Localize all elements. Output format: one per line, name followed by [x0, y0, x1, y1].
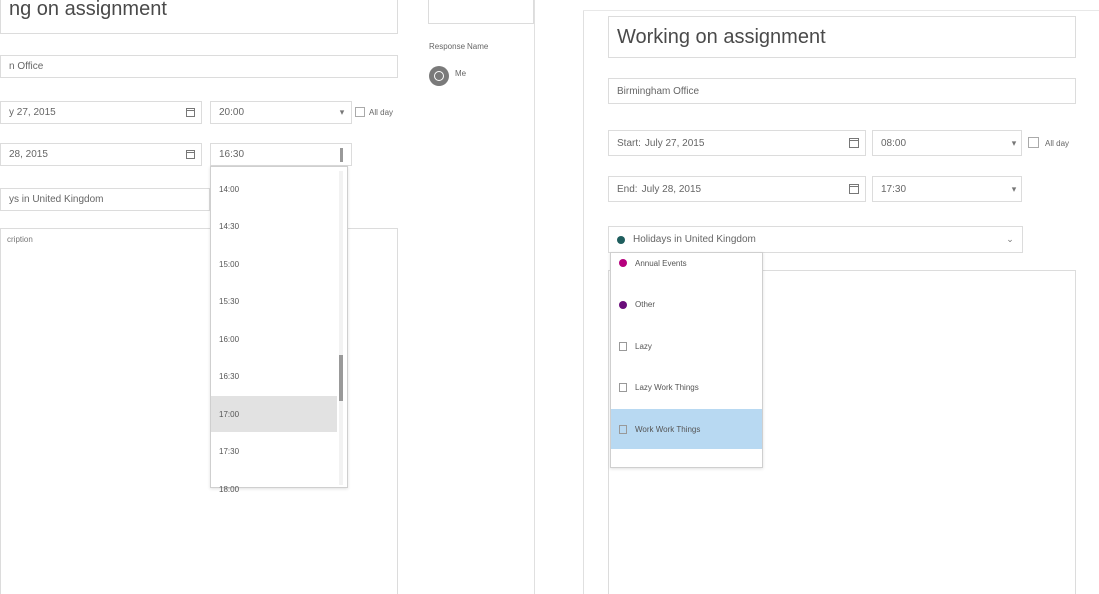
category-label: Lazy	[635, 341, 652, 351]
scrollbar-thumb[interactable]	[339, 355, 343, 401]
right-event-editor: Working on assignment Birmingham Office …	[583, 0, 1099, 594]
category-option[interactable]: Lazy Work Things	[611, 368, 762, 408]
end-date-value: July 28, 2015	[641, 183, 702, 195]
start-date-value: July 27, 2015	[644, 137, 705, 149]
category-label: Build	[635, 466, 653, 467]
panel-border-left	[583, 10, 584, 594]
all-day-checkbox[interactable]	[1028, 137, 1039, 148]
title-input[interactable]: ng on assignment	[0, 0, 398, 34]
category-label: Work Work Things	[635, 424, 701, 434]
category-color-dot	[619, 300, 627, 309]
time-option[interactable]: 16:30	[211, 359, 337, 395]
avatar	[429, 66, 449, 86]
dropdown-scrollbar[interactable]	[339, 171, 343, 485]
time-option[interactable]: 17:00	[211, 396, 337, 432]
location-input[interactable]: Birmingham Office	[608, 78, 1076, 104]
category-label: Lazy Work Things	[635, 383, 699, 392]
category-option[interactable]: Annual Events	[611, 253, 762, 283]
calendar-icon[interactable]	[184, 105, 196, 119]
time-option[interactable]: 16:00	[211, 321, 337, 357]
search-box[interactable]	[428, 0, 534, 24]
time-dropdown-list[interactable]: 18:00 17:30 17:00 16:30 16:00 15:30 15:00 14:30…	[210, 166, 348, 494]
attendee-response: Me	[455, 69, 467, 78]
all-day-label: All day	[369, 108, 394, 117]
category-color-dot	[619, 259, 627, 267]
location-input[interactable]: n Office	[0, 55, 398, 78]
calendar-icon[interactable]	[848, 181, 860, 195]
start-date-input[interactable]: y 27, 2015	[0, 101, 202, 124]
chevron-down-icon: ▾	[339, 106, 345, 117]
panel-divider	[534, 0, 535, 594]
start-time-select[interactable]: 08:00	[872, 130, 1022, 156]
all-day-label: All day	[1045, 139, 1070, 148]
end-label: End:	[617, 183, 638, 195]
calendar-icon[interactable]	[848, 135, 860, 149]
start-date-input[interactable]: Start: July 27, 2015	[608, 130, 866, 156]
calendar-select[interactable]: ys in United Kingdom	[0, 188, 210, 211]
time-option[interactable]: 15:00	[211, 246, 337, 282]
panel-border-top	[583, 10, 1099, 11]
chevron-down-icon: ⌄	[1006, 233, 1014, 244]
end-time-select[interactable]: 17:30	[872, 176, 1022, 202]
chevron-down-icon: ▾	[1011, 137, 1017, 148]
calendar-select[interactable]: Holidays in United Kingdom	[608, 226, 1023, 253]
person-icon	[434, 71, 444, 81]
category-option[interactable]: Other	[611, 285, 762, 325]
time-option[interactable]: 17:30	[211, 434, 337, 470]
end-time-select[interactable]: 16:30	[210, 143, 352, 166]
time-option[interactable]: 14:30	[211, 209, 337, 245]
start-time-select[interactable]: 20:00	[210, 101, 352, 124]
category-label: Other	[635, 300, 656, 309]
category-color-dot	[619, 466, 627, 467]
attendee-header-response: Response	[429, 42, 466, 51]
description-placeholder: cription	[7, 235, 33, 244]
category-option[interactable]: Build	[611, 451, 762, 467]
title-input[interactable]: Working on assignment	[608, 16, 1076, 58]
calendar-icon[interactable]	[184, 147, 196, 161]
category-option[interactable]: Work Work Things	[611, 409, 762, 449]
time-option[interactable]: 14:00	[211, 171, 337, 207]
end-date-input[interactable]: 28, 2015	[0, 143, 202, 166]
all-day-checkbox[interactable]	[355, 107, 365, 117]
category-checkbox-icon	[619, 424, 627, 434]
start-label: Start:	[617, 137, 641, 149]
attendee-header-name: Name	[467, 42, 489, 51]
category-option[interactable]: Lazy	[611, 326, 762, 366]
category-label: Annual Events	[635, 258, 687, 268]
category-checkbox-icon	[619, 341, 627, 351]
scrollbar-thumb[interactable]	[340, 148, 343, 162]
time-option[interactable]: 18:00	[211, 471, 337, 507]
end-date-input[interactable]: End: July 28, 2015	[608, 176, 866, 202]
chevron-down-icon: ▾	[1011, 183, 1017, 194]
left-event-editor: ng on assignment n Office y 27, 2015 20:…	[0, 0, 545, 594]
calendar-value: Holidays in United Kingdom	[633, 234, 756, 245]
category-dropdown-list[interactable]: Annual Events Other Lazy Lazy Work Things Wo…	[610, 252, 763, 468]
time-option[interactable]: 15:30	[211, 284, 337, 320]
category-checkbox-icon	[619, 383, 627, 392]
calendar-color-dot	[617, 235, 625, 244]
